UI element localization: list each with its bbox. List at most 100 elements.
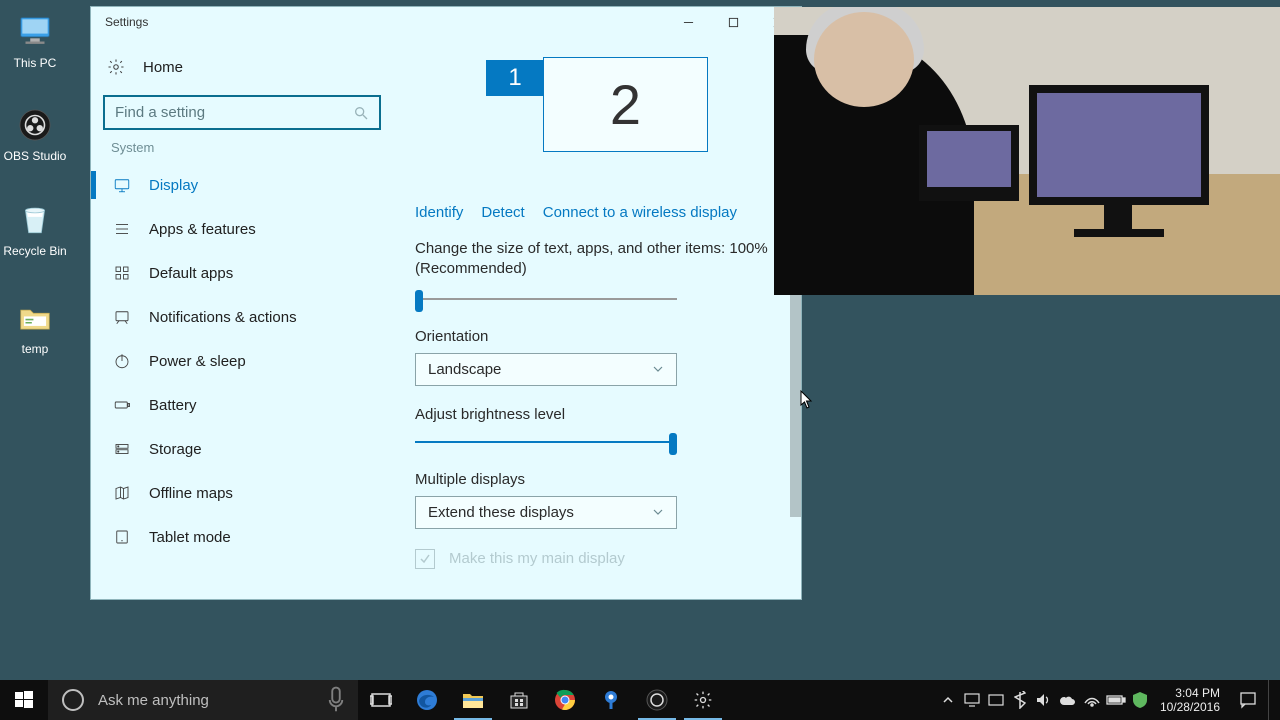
checkbox-icon [415, 549, 435, 569]
cortana-search[interactable]: Ask me anything [48, 680, 358, 720]
show-desktop-button[interactable] [1268, 680, 1276, 720]
store-icon [508, 689, 530, 711]
tray-display-icon[interactable] [960, 680, 984, 720]
edge-icon [415, 688, 439, 712]
desktop-icon-obs[interactable]: OBS Studio [0, 105, 70, 163]
recycle-bin-icon [15, 200, 55, 240]
default-apps-icon [113, 264, 131, 282]
search-input[interactable]: Find a setting [103, 95, 381, 130]
taskbar-app-store[interactable] [496, 680, 542, 720]
taskbar-app-settings[interactable] [680, 680, 726, 720]
clock-date: 10/28/2016 [1160, 700, 1220, 714]
nav-apps-features[interactable]: Apps & features [103, 207, 381, 251]
cortana-placeholder: Ask me anything [98, 692, 209, 709]
search-placeholder: Find a setting [115, 104, 205, 121]
desktop-icon-label: OBS Studio [0, 149, 70, 163]
action-center-button[interactable] [1228, 680, 1268, 720]
settings-window: Settings Home Find a setting System Disp… [91, 7, 801, 599]
webcam-overlay [774, 7, 1280, 295]
notifications-icon [113, 308, 131, 326]
taskbar-app-explorer[interactable] [450, 680, 496, 720]
window-title: Settings [105, 15, 148, 29]
multiple-displays-label: Multiple displays [415, 471, 779, 488]
settings-sidebar: Home Find a setting System Display Apps … [91, 37, 393, 599]
tray-battery-icon[interactable] [1104, 680, 1128, 720]
tray-input-icon[interactable] [984, 680, 1008, 720]
nav-label: Offline maps [149, 485, 233, 502]
nav-home-label: Home [143, 59, 183, 76]
desktop-icon-recycle-bin[interactable]: Recycle Bin [0, 200, 70, 258]
main-display-label: Make this my main display [449, 550, 625, 567]
brightness-slider[interactable] [415, 431, 677, 455]
task-view-button[interactable] [358, 680, 404, 720]
nav-label: Apps & features [149, 221, 256, 238]
monitor-1[interactable]: 1 [486, 60, 544, 96]
brightness-label: Adjust brightness level [415, 406, 779, 423]
taskbar-clock[interactable]: 3:04 PM 10/28/2016 [1152, 686, 1228, 715]
desktop-icon-label: temp [0, 342, 70, 356]
desktop-icon-temp[interactable]: temp [0, 298, 70, 356]
tray-security-icon[interactable] [1128, 680, 1152, 720]
link-identify[interactable]: Identify [415, 204, 463, 221]
minimize-button[interactable] [666, 7, 711, 37]
scale-slider[interactable] [415, 288, 677, 312]
folder-icon [15, 298, 55, 338]
desktop-icon-label: This PC [0, 56, 70, 70]
nav-label: Notifications & actions [149, 309, 297, 326]
nav-group-label: System [111, 140, 381, 155]
orientation-value: Landscape [428, 361, 501, 378]
clock-time: 3:04 PM [1160, 686, 1220, 700]
nav-battery[interactable]: Battery [103, 383, 381, 427]
monitor-arrangement[interactable]: 1 2 [415, 57, 779, 152]
nav-label: Battery [149, 397, 197, 414]
multiple-displays-select[interactable]: Extend these displays [415, 496, 677, 529]
sourcetree-icon [600, 689, 622, 711]
tablet-icon [113, 528, 131, 546]
task-view-icon [370, 691, 392, 709]
display-icon [113, 176, 131, 194]
nav-display[interactable]: Display [103, 163, 381, 207]
multiple-displays-value: Extend these displays [428, 504, 574, 521]
this-pc-icon [15, 12, 55, 52]
tray-network-icon[interactable] [1080, 680, 1104, 720]
nav-label: Power & sleep [149, 353, 246, 370]
nav-storage[interactable]: Storage [103, 427, 381, 471]
maximize-button[interactable] [711, 7, 756, 37]
tray-onedrive-icon[interactable] [1056, 680, 1080, 720]
apps-icon [113, 220, 131, 238]
chevron-up-icon [942, 694, 954, 706]
taskbar-app-edge[interactable] [404, 680, 450, 720]
desktop-icon-label: Recycle Bin [0, 244, 70, 258]
power-icon [113, 352, 131, 370]
windows-icon [15, 691, 33, 709]
taskbar-app-sourcetree[interactable] [588, 680, 634, 720]
desktop-icon-this-pc[interactable]: This PC [0, 12, 70, 70]
maps-icon [113, 484, 131, 502]
nav-offline-maps[interactable]: Offline maps [103, 471, 381, 515]
nav-label: Tablet mode [149, 529, 231, 546]
tray-bluetooth-icon[interactable] [1008, 680, 1032, 720]
nav-notifications[interactable]: Notifications & actions [103, 295, 381, 339]
monitor-2[interactable]: 2 [543, 57, 708, 152]
tray-volume-icon[interactable] [1032, 680, 1056, 720]
settings-content: 1 2 Identify Detect Connect to a wireles… [393, 37, 801, 599]
link-wireless-display[interactable]: Connect to a wireless display [543, 204, 737, 221]
nav-tablet-mode[interactable]: Tablet mode [103, 515, 381, 559]
action-center-icon [1239, 691, 1257, 709]
cortana-icon [62, 689, 84, 711]
chrome-icon [554, 689, 576, 711]
link-detect[interactable]: Detect [481, 204, 524, 221]
microphone-icon [326, 685, 346, 715]
nav-default-apps[interactable]: Default apps [103, 251, 381, 295]
storage-icon [113, 440, 131, 458]
nav-home[interactable]: Home [103, 45, 381, 89]
taskbar-app-chrome[interactable] [542, 680, 588, 720]
orientation-select[interactable]: Landscape [415, 353, 677, 386]
mouse-cursor-icon [800, 390, 814, 410]
gear-icon [693, 690, 713, 710]
nav-power-sleep[interactable]: Power & sleep [103, 339, 381, 383]
window-titlebar[interactable]: Settings [91, 7, 801, 37]
taskbar-app-obs[interactable] [634, 680, 680, 720]
tray-overflow-button[interactable] [936, 680, 960, 720]
start-button[interactable] [0, 680, 48, 720]
